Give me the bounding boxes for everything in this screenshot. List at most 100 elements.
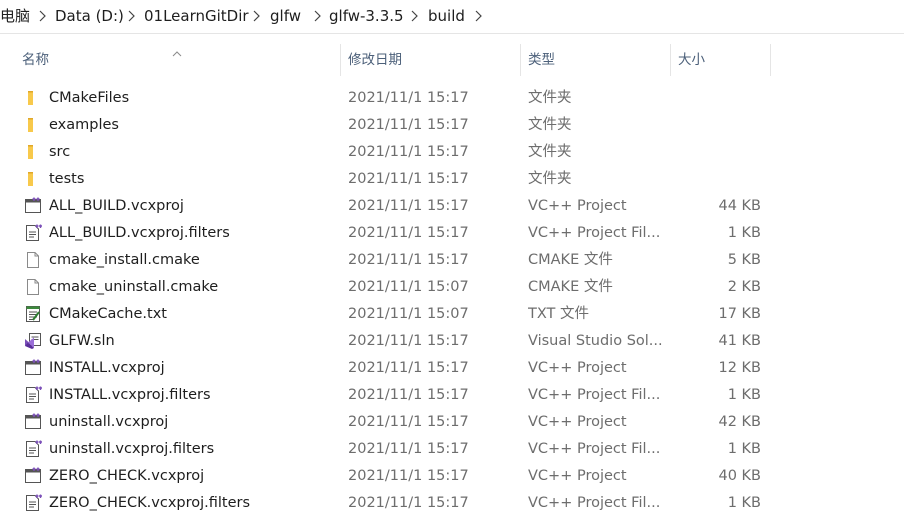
file-name: examples	[49, 117, 119, 133]
file-size: 1 KB	[727, 495, 761, 511]
file-type: VC++ Project Fil...	[528, 495, 661, 511]
file-name: ZERO_CHECK.vcxproj	[49, 468, 205, 484]
table-row[interactable]: INSTALL.vcxproj 2021/11/1 15:17 VC++ Pro…	[0, 355, 904, 382]
file-date: 2021/11/1 15:17	[348, 441, 469, 457]
table-row[interactable]: uninstall.vcxproj.filters 2021/11/1 15:1…	[0, 436, 904, 463]
table-row[interactable]: cmake_install.cmake 2021/11/1 15:17 CMAK…	[0, 247, 904, 274]
file-name: CMakeFiles	[49, 90, 130, 106]
file-name: ZERO_CHECK.vcxproj.filters	[49, 495, 251, 511]
breadcrumb-item-learngit[interactable]: 01LearnGitDir	[144, 6, 249, 26]
column-divider[interactable]	[520, 44, 521, 76]
file-name: cmake_install.cmake	[49, 252, 200, 268]
file-name: tests	[49, 171, 85, 187]
column-divider[interactable]	[670, 44, 671, 76]
file-type: VC++ Project Fil...	[528, 387, 661, 403]
file-type: 文件夹	[528, 90, 572, 106]
table-row[interactable]: uninstall.vcxproj 2021/11/1 15:17 VC++ P…	[0, 409, 904, 436]
table-row[interactable]: examples 2021/11/1 15:17 文件夹	[0, 112, 904, 139]
chevron-right-icon[interactable]	[127, 9, 136, 23]
file-size: 17 KB	[718, 306, 761, 322]
file-date: 2021/11/1 15:17	[348, 414, 469, 430]
breadcrumb-item-computer[interactable]: 电脑	[0, 6, 30, 26]
breadcrumb: 电脑 Data (D:) 01LearnGitDir glfw glfw-3.3…	[0, 0, 904, 34]
table-row[interactable]: CMakeCache.txt 2021/11/1 15:07 TXT 文件 17…	[0, 301, 904, 328]
table-row[interactable]: ALL_BUILD.vcxproj.filters 2021/11/1 15:1…	[0, 220, 904, 247]
breadcrumb-item-glfw[interactable]: glfw	[270, 6, 301, 26]
column-header-name[interactable]: 名称	[22, 44, 340, 76]
table-row[interactable]: CMakeFiles 2021/11/1 15:17 文件夹	[0, 85, 904, 112]
file-date: 2021/11/1 15:17	[348, 171, 469, 187]
table-row[interactable]: tests 2021/11/1 15:17 文件夹	[0, 166, 904, 193]
text-file-icon	[24, 305, 42, 323]
folder-icon	[24, 89, 42, 107]
vcxproj-icon	[24, 467, 42, 485]
table-row[interactable]: ALL_BUILD.vcxproj 2021/11/1 15:17 VC++ P…	[0, 193, 904, 220]
column-header-size[interactable]: 大小	[678, 44, 770, 76]
file-date: 2021/11/1 15:17	[348, 117, 469, 133]
file-name: src	[49, 144, 71, 160]
file-date: 2021/11/1 15:17	[348, 387, 469, 403]
file-type: VC++ Project Fil...	[528, 225, 661, 241]
file-name: cmake_uninstall.cmake	[49, 279, 219, 295]
chevron-right-icon[interactable]	[410, 9, 419, 23]
file-type: 文件夹	[528, 117, 572, 133]
vcxproj-icon	[24, 413, 42, 431]
column-header-row: 名称 修改日期 类型 大小	[0, 44, 904, 76]
folder-icon	[24, 116, 42, 134]
file-name: CMakeCache.txt	[49, 306, 167, 322]
table-row[interactable]: ZERO_CHECK.vcxproj.filters 2021/11/1 15:…	[0, 490, 904, 517]
file-name: ALL_BUILD.vcxproj	[49, 198, 184, 214]
chevron-right-icon[interactable]	[313, 9, 322, 23]
table-row[interactable]: INSTALL.vcxproj.filters 2021/11/1 15:17 …	[0, 382, 904, 409]
file-size: 44 KB	[718, 198, 761, 214]
file-name: uninstall.vcxproj.filters	[49, 441, 215, 457]
file-size: 42 KB	[718, 414, 761, 430]
file-type: VC++ Project	[528, 414, 627, 430]
table-row[interactable]: src 2021/11/1 15:17 文件夹	[0, 139, 904, 166]
column-header-date[interactable]: 修改日期	[348, 44, 520, 76]
file-type: 文件夹	[528, 144, 572, 160]
breadcrumb-item-glfw-version[interactable]: glfw-3.3.5	[329, 6, 404, 26]
table-row[interactable]: ZERO_CHECK.vcxproj 2021/11/1 15:17 VC++ …	[0, 463, 904, 490]
file-size	[672, 85, 761, 112]
vcxproj-icon	[24, 197, 42, 215]
file-name: ALL_BUILD.vcxproj.filters	[49, 225, 230, 241]
file-date: 2021/11/1 15:17	[348, 198, 469, 214]
file-name: INSTALL.vcxproj.filters	[49, 387, 211, 403]
breadcrumb-item-build[interactable]: build	[428, 6, 465, 26]
column-divider[interactable]	[340, 44, 341, 76]
file-date: 2021/11/1 15:17	[348, 144, 469, 160]
folder-icon	[24, 170, 42, 188]
table-row[interactable]: GLFW.sln 2021/11/1 15:17 Visual Studio S…	[0, 328, 904, 355]
filters-icon	[24, 494, 42, 512]
file-type: VC++ Project	[528, 198, 627, 214]
file-size: 41 KB	[718, 333, 761, 349]
file-type: 文件夹	[528, 171, 572, 187]
file-date: 2021/11/1 15:17	[348, 252, 469, 268]
chevron-right-icon[interactable]	[474, 9, 483, 23]
file-name: uninstall.vcxproj	[49, 414, 169, 430]
vcxproj-icon	[24, 359, 42, 377]
file-date: 2021/11/1 15:17	[348, 468, 469, 484]
file-type: VC++ Project Fil...	[528, 441, 661, 457]
file-type: TXT 文件	[528, 306, 590, 322]
chevron-right-icon[interactable]	[252, 9, 261, 23]
file-size: 1 KB	[727, 387, 761, 403]
file-name: INSTALL.vcxproj	[49, 360, 165, 376]
column-divider[interactable]	[770, 44, 771, 76]
file-size	[672, 166, 761, 193]
file-size: 1 KB	[727, 225, 761, 241]
file-size: 5 KB	[727, 252, 761, 268]
breadcrumb-item-drive[interactable]: Data (D:)	[55, 6, 124, 26]
chevron-right-icon[interactable]	[38, 9, 47, 23]
folder-icon	[24, 143, 42, 161]
file-size: 2 KB	[727, 279, 761, 295]
column-header-type[interactable]: 类型	[528, 44, 670, 76]
filters-icon	[24, 440, 42, 458]
file-date: 2021/11/1 15:07	[348, 306, 469, 322]
table-row[interactable]: cmake_uninstall.cmake 2021/11/1 15:07 CM…	[0, 274, 904, 301]
file-date: 2021/11/1 15:17	[348, 90, 469, 106]
file-name: GLFW.sln	[49, 333, 115, 349]
file-size: 1 KB	[727, 441, 761, 457]
file-type: VC++ Project	[528, 468, 627, 484]
